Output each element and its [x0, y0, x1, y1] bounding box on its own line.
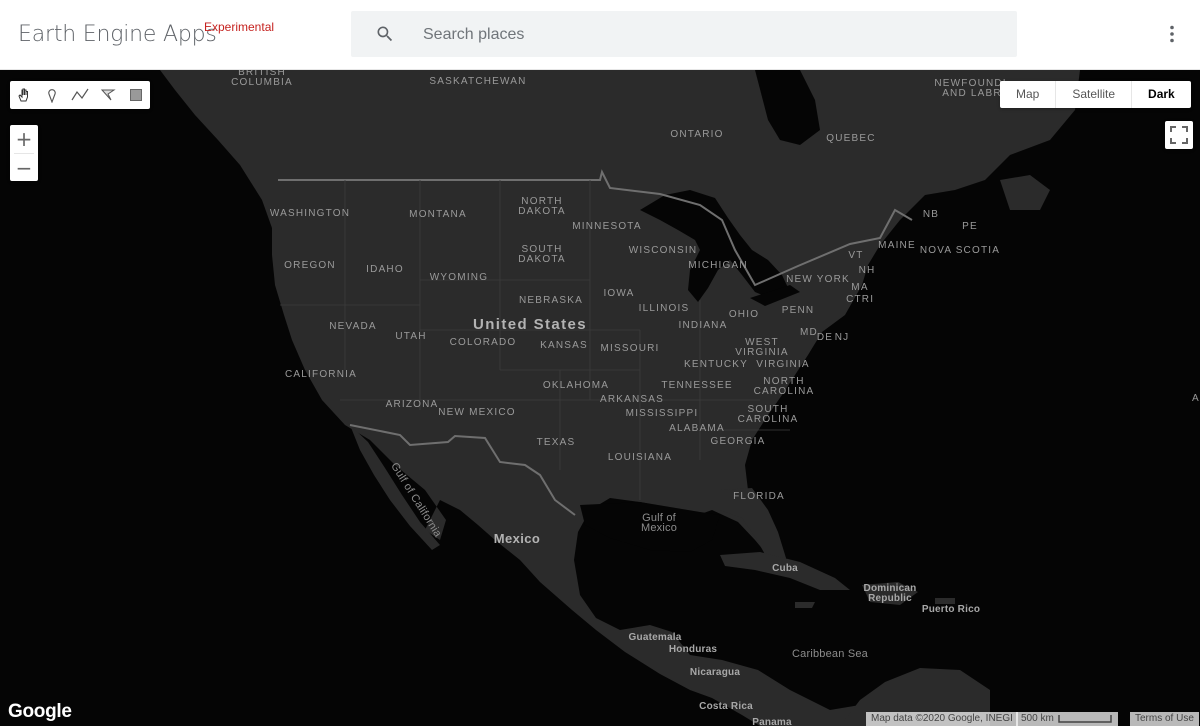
label-oklahoma: OKLAHOMA [542, 380, 610, 391]
rectangle-icon[interactable] [122, 81, 150, 109]
label-louisiana: LOUISIANA [607, 452, 673, 463]
label-british-columbia: BRITISH COLUMBIA [231, 70, 293, 88]
label-alabama: ALABAMA [669, 423, 725, 434]
label-ontario: ONTARIO [670, 129, 724, 140]
scale-line [1058, 715, 1112, 723]
search-input[interactable] [421, 11, 985, 59]
label-wisconsin: WISCONSIN [628, 245, 698, 256]
google-logo: Google [8, 701, 72, 722]
label-costa-rica: Costa Rica [699, 701, 753, 712]
map-canvas[interactable]: BRITISH COLUMBIA SASKATCHEWAN ONTARIO QUE… [0, 70, 1200, 726]
label-vt: VT [848, 250, 864, 261]
app-header: Earth Engine Apps Experimental [0, 0, 1200, 70]
label-south-dakota: SOUTH DAKOTA [518, 244, 566, 265]
label-penn: PENN [781, 305, 815, 316]
polyline-icon[interactable] [66, 81, 94, 109]
label-nj: NJ [834, 332, 850, 343]
fullscreen-icon[interactable] [1165, 121, 1193, 149]
label-wyoming: WYOMING [429, 272, 489, 283]
label-ohio: OHIO [728, 309, 760, 320]
map-type-dark[interactable]: Dark [1132, 81, 1191, 108]
zoom-out-button[interactable]: − [10, 154, 38, 182]
label-north-carolina: NORTH CAROLINA [753, 376, 815, 397]
label-michigan: MICHIGAN [688, 260, 748, 271]
map-type-control: Map Satellite Dark [1000, 81, 1191, 108]
label-west-virginia: WEST VIRGINIA [735, 337, 789, 358]
search-icon[interactable] [375, 24, 395, 44]
zoom-control: + − [10, 125, 38, 181]
label-saskatchewan: SASKATCHEWAN [429, 76, 527, 87]
label-caribbean-sea: Caribbean Sea [792, 648, 868, 660]
map-type-satellite[interactable]: Satellite [1056, 81, 1133, 108]
label-mexico: Mexico [493, 531, 541, 546]
label-south-carolina: SOUTH CAROLINA [737, 404, 799, 425]
label-north-dakota: NORTH DAKOTA [518, 196, 566, 217]
label-virginia: VIRGINIA [756, 359, 810, 370]
label-new-mexico: NEW MEXICO [438, 407, 516, 418]
label-newfoundland: NEWFOUNDL AND LABR [934, 78, 1010, 99]
land-newfoundland [1000, 175, 1050, 210]
label-indiana: INDIANA [678, 320, 728, 331]
marker-icon[interactable] [38, 81, 66, 109]
hand-pan-icon[interactable] [10, 81, 38, 109]
label-california: CALIFORNIA [284, 369, 358, 380]
label-montana: MONTANA [409, 209, 467, 220]
land-jamaica [795, 602, 815, 608]
label-nb: NB [922, 209, 940, 220]
map-attribution[interactable]: Map data ©2020 Google, INEGI [866, 712, 1018, 726]
search-bar[interactable] [351, 11, 1017, 59]
experimental-badge: Experimental [204, 20, 275, 34]
label-gulf-of-mexico: Gulf of Mexico [640, 512, 678, 534]
label-guatemala: Guatemala [628, 632, 682, 643]
label-ri: RI [861, 294, 875, 305]
label-colorado: COLORADO [449, 337, 517, 348]
label-idaho: IDAHO [366, 264, 404, 275]
label-new-york: NEW YORK [786, 274, 850, 285]
label-kansas: KANSAS [540, 340, 588, 351]
drawing-toolbar [10, 81, 150, 109]
label-ma: MA [851, 282, 869, 293]
label-nevada: NEVADA [329, 321, 377, 332]
label-quebec: QUEBEC [826, 133, 876, 144]
label-kentucky: KENTUCKY [683, 359, 749, 370]
label-florida: FLORIDA [733, 491, 785, 502]
label-oregon: OREGON [284, 260, 336, 271]
label-cuba: Cuba [772, 563, 798, 574]
terms-of-use-link[interactable]: Terms of Use [1130, 712, 1199, 726]
label-united-states: United States [472, 316, 588, 333]
more-vert-icon[interactable] [1160, 22, 1184, 46]
label-missouri: MISSOURI [600, 343, 660, 354]
label-puerto-rico: Puerto Rico [921, 604, 981, 615]
label-ct: CT [846, 294, 862, 305]
label-panama: Panama [752, 717, 792, 726]
zoom-in-button[interactable]: + [10, 125, 38, 153]
label-nova-scotia: NOVA SCOTIA [919, 245, 1001, 256]
label-texas: TEXAS [536, 437, 576, 448]
label-dominican-republic: Dominican Republic [863, 583, 917, 604]
map-type-map[interactable]: Map [1000, 81, 1057, 108]
label-arizona: ARIZONA [385, 399, 439, 410]
label-edge: A [1192, 393, 1199, 404]
label-iowa: IOWA [603, 288, 635, 299]
label-illinois: ILLINOIS [638, 303, 690, 314]
label-washington: WASHINGTON [269, 208, 351, 219]
scale-bar[interactable]: 500 km [1016, 712, 1118, 726]
label-honduras: Honduras [668, 644, 718, 655]
label-nebraska: NEBRASKA [518, 295, 584, 306]
label-de: DE [816, 332, 834, 343]
label-mississippi: MISSISSIPPI [625, 408, 699, 419]
label-minnesota: MINNESOTA [572, 221, 642, 232]
label-tennessee: TENNESSEE [661, 380, 733, 391]
scale-label: 500 km [1021, 713, 1054, 724]
label-arkansas: ARKANSAS [599, 394, 665, 405]
label-pe: PE [962, 221, 978, 232]
label-utah: UTAH [395, 331, 427, 342]
label-nicaragua: Nicaragua [689, 667, 741, 678]
app-title: Earth Engine Apps [18, 22, 217, 47]
label-maine: MAINE [878, 240, 916, 251]
polygon-icon[interactable] [94, 81, 122, 109]
label-georgia: GEORGIA [710, 436, 766, 447]
label-md: MD [800, 327, 818, 338]
label-nh: NH [858, 265, 876, 276]
